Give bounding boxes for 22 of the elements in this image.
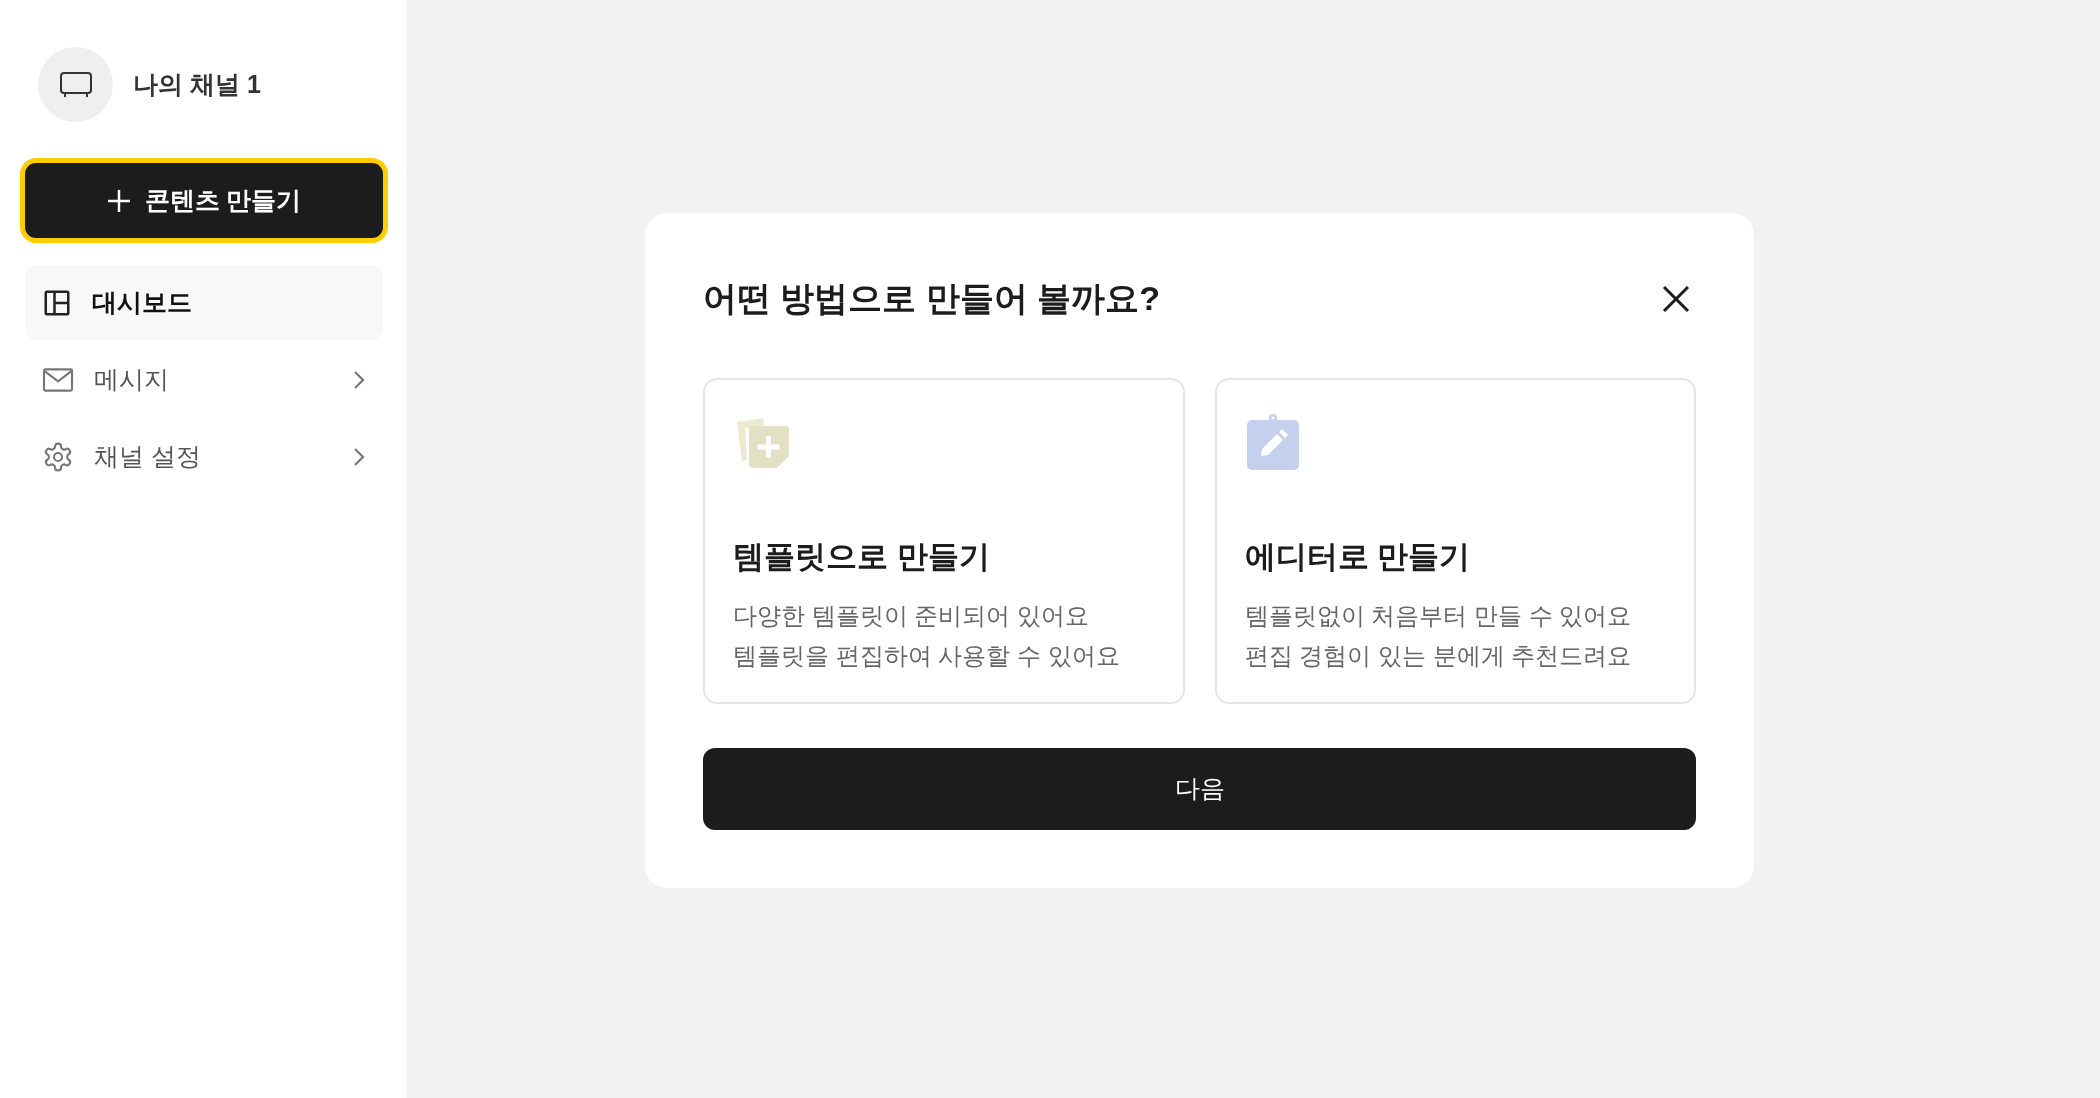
sidebar-item[interactable]: 대시보드	[25, 265, 383, 340]
chevron-right-icon	[352, 368, 366, 391]
create-content-button[interactable]: 콘텐츠 만들기	[20, 158, 388, 243]
clipboard-pencil-icon	[1244, 412, 1301, 472]
option-description: 템플릿을 편집하여 사용할 수 있어요	[733, 640, 1121, 671]
chevron-right-icon	[352, 445, 366, 468]
option-card[interactable]: 템플릿으로 만들기 다양한 템플릿이 준비되어 있어요 템플릿을 편집하여 사용할 수 있어요	[703, 378, 1185, 704]
next-button[interactable]: 다음	[703, 748, 1696, 830]
option-title: 에디터로 만들기	[1244, 538, 1472, 576]
plus-icon	[106, 188, 131, 213]
dialog-title: 어떤 방법으로 만들어 볼까요?	[703, 278, 1161, 319]
close-icon[interactable]	[1662, 284, 1690, 313]
option-title: 템플릿으로 만들기	[733, 538, 991, 576]
channel-name: 나의 채널 1	[133, 68, 261, 100]
sidebar-item[interactable]: 채널 설정	[25, 419, 383, 494]
settings-icon	[42, 440, 74, 473]
sidebar-item[interactable]: 메시지	[25, 342, 383, 417]
monitor-icon	[58, 70, 93, 99]
option-description: 템플릿없이 처음부터 만들 수 있어요	[1244, 600, 1633, 631]
option-card[interactable]: 에디터로 만들기 템플릿없이 처음부터 만들 수 있어요 편집 경험이 있는 분에게 추천드려요	[1214, 378, 1696, 704]
option-description: 편집 경험이 있는 분에게 추천드려요	[1244, 640, 1633, 671]
option-description: 다양한 템플릿이 준비되어 있어요	[733, 600, 1090, 631]
